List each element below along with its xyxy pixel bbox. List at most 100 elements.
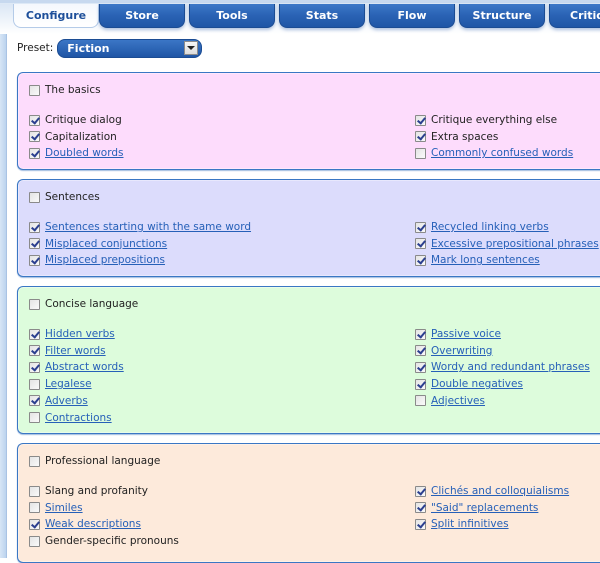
- option-recycled-linking-verbs-link[interactable]: Recycled linking verbs: [431, 221, 549, 233]
- option-legalese-link[interactable]: Legalese: [45, 378, 92, 390]
- option-passive-voice-checkbox[interactable]: [415, 328, 426, 340]
- preset-dropdown[interactable]: Fiction: [57, 38, 203, 58]
- option-overwriting-link[interactable]: Overwriting: [431, 345, 492, 357]
- option-critique-dialog-checkbox[interactable]: [29, 114, 40, 126]
- option-overwriting-checkbox[interactable]: [415, 345, 426, 357]
- option-capitalization: Capitalization: [29, 129, 117, 145]
- option-gender-specific-pronouns-label: Gender-specific pronouns: [45, 535, 179, 548]
- option-overwriting: Overwriting: [415, 343, 492, 359]
- option-mark-long-sentences-link[interactable]: Mark long sentences: [431, 254, 540, 266]
- option-slang-and-profanity-label: Slang and profanity: [45, 485, 148, 497]
- option-critique-dialog: Critique dialog: [29, 112, 122, 128]
- option-similes-checkbox[interactable]: [29, 502, 40, 514]
- option-legalese-checkbox[interactable]: [29, 378, 40, 390]
- option-slang-and-profanity-checkbox[interactable]: [29, 485, 40, 497]
- section-concise-language: Concise language Hidden verbs Filter words…: [17, 286, 600, 434]
- option-split-infinitives-checkbox[interactable]: [415, 518, 426, 530]
- tab-store[interactable]: Store: [99, 4, 185, 28]
- option-mark-long-sentences: Mark long sentences: [415, 252, 540, 268]
- option-adjectives-link[interactable]: Adjectives: [431, 395, 485, 407]
- option-split-infinitives: Split infinitives: [415, 516, 509, 532]
- option-said-replacements: "Said" replacements: [415, 500, 538, 516]
- option-misplaced-conjunctions: Misplaced conjunctions: [29, 236, 167, 252]
- tab-stats[interactable]: Stats: [279, 4, 365, 28]
- tab-structure[interactable]: Structure: [459, 4, 545, 28]
- option-adverbs-checkbox[interactable]: [29, 395, 40, 407]
- option-sentences-starting-with-the-same-word-checkbox[interactable]: [29, 221, 40, 233]
- option-misplaced-conjunctions-checkbox[interactable]: [29, 238, 40, 250]
- option-wordy-and-redundant-phrases: Wordy and redundant phrases: [415, 359, 590, 375]
- option-passive-voice: Passive voice: [415, 326, 501, 342]
- tab-flow[interactable]: Flow: [369, 4, 455, 28]
- option-clich-s-and-colloquialisms-checkbox[interactable]: [415, 485, 426, 497]
- preset-row: Preset: Fiction: [17, 38, 203, 58]
- option-abstract-words-link[interactable]: Abstract words: [45, 361, 124, 373]
- option-filter-words-checkbox[interactable]: [29, 345, 40, 357]
- option-mark-long-sentences-checkbox[interactable]: [415, 254, 426, 266]
- option-abstract-words-checkbox[interactable]: [29, 361, 40, 373]
- option-adverbs-link[interactable]: Adverbs: [45, 395, 88, 407]
- option-said-replacements-checkbox[interactable]: [415, 502, 426, 514]
- option-sentences-starting-with-the-same-word-link[interactable]: Sentences starting with the same word: [45, 221, 251, 233]
- option-extra-spaces: Extra spaces: [415, 129, 498, 145]
- option-wordy-and-redundant-phrases-checkbox[interactable]: [415, 361, 426, 373]
- option-misplaced-conjunctions-link[interactable]: Misplaced conjunctions: [45, 238, 167, 250]
- option-excessive-prepositional-phrases-link[interactable]: Excessive prepositional phrases: [431, 238, 599, 250]
- option-misplaced-prepositions-checkbox[interactable]: [29, 254, 40, 266]
- section-toggle-the-basics-label: The basics: [45, 84, 101, 96]
- option-commonly-confused-words-checkbox[interactable]: [415, 147, 426, 159]
- option-critique-everything-else-label: Critique everything else: [431, 114, 558, 126]
- option-commonly-confused-words-link[interactable]: Commonly confused words: [431, 147, 573, 159]
- option-capitalization-checkbox[interactable]: [29, 131, 40, 143]
- option-contractions-link[interactable]: Contractions: [45, 412, 112, 424]
- option-weak-descriptions-checkbox[interactable]: [29, 518, 40, 530]
- option-said-replacements-link[interactable]: "Said" replacements: [431, 502, 538, 514]
- option-similes-link[interactable]: Similes: [45, 502, 83, 514]
- option-gender-specific-pronouns-checkbox[interactable]: [29, 535, 40, 547]
- option-extra-spaces-checkbox[interactable]: [415, 131, 426, 143]
- option-critique-everything-else-checkbox[interactable]: [415, 114, 426, 126]
- section-toggle-professional-language-label: Professional language: [45, 455, 161, 467]
- option-weak-descriptions: Weak descriptions: [29, 516, 141, 532]
- tab-tools[interactable]: Tools: [189, 4, 275, 28]
- section-toggle-sentences-label: Sentences: [45, 191, 100, 203]
- option-sentences-starting-with-the-same-word: Sentences starting with the same word: [29, 219, 251, 235]
- preset-label: Preset:: [17, 42, 54, 54]
- option-double-negatives: Double negatives: [415, 376, 523, 392]
- option-passive-voice-link[interactable]: Passive voice: [431, 328, 501, 340]
- option-hidden-verbs: Hidden verbs: [29, 326, 115, 342]
- dropdown-button[interactable]: [184, 41, 199, 55]
- option-critique-dialog-label: Critique dialog: [45, 114, 122, 126]
- section-toggle-concise-language-checkbox[interactable]: [29, 298, 40, 310]
- option-double-negatives-checkbox[interactable]: [415, 378, 426, 390]
- section-toggle-concise-language-label: Concise language: [45, 298, 139, 310]
- chevron-down-icon: [187, 46, 196, 50]
- option-recycled-linking-verbs-checkbox[interactable]: [415, 221, 426, 233]
- section-sentences: Sentences Sentences starting with the sam…: [17, 179, 600, 277]
- option-extra-spaces-label: Extra spaces: [431, 130, 499, 143]
- option-split-infinitives-link[interactable]: Split infinitives: [431, 518, 509, 530]
- option-hidden-verbs-link[interactable]: Hidden verbs: [45, 328, 115, 340]
- option-misplaced-prepositions-link[interactable]: Misplaced prepositions: [45, 254, 165, 266]
- option-excessive-prepositional-phrases: Excessive prepositional phrases: [415, 236, 599, 252]
- option-contractions-checkbox[interactable]: [29, 412, 40, 423]
- option-adverbs: Adverbs: [29, 393, 88, 409]
- option-filter-words-link[interactable]: Filter words: [45, 345, 106, 357]
- option-doubled-words-checkbox[interactable]: [29, 147, 40, 159]
- option-wordy-and-redundant-phrases-link[interactable]: Wordy and redundant phrases: [431, 361, 590, 373]
- tab-bar: Configure Store Tools Stats Flow Structu…: [0, 0, 600, 34]
- preset-value: Fiction: [67, 41, 110, 55]
- option-hidden-verbs-checkbox[interactable]: [29, 328, 40, 340]
- section-toggle-professional-language-checkbox[interactable]: [29, 455, 40, 467]
- option-doubled-words-link[interactable]: Doubled words: [45, 147, 124, 159]
- tab-critique[interactable]: Critiq: [549, 4, 600, 28]
- tab-configure[interactable]: Configure: [13, 4, 99, 28]
- option-excessive-prepositional-phrases-checkbox[interactable]: [415, 238, 426, 250]
- option-abstract-words: Abstract words: [29, 359, 124, 375]
- option-adjectives-checkbox[interactable]: [415, 395, 426, 407]
- section-toggle-the-basics-checkbox[interactable]: [29, 84, 40, 96]
- option-double-negatives-link[interactable]: Double negatives: [431, 378, 523, 390]
- section-toggle-sentences-checkbox[interactable]: [29, 191, 40, 203]
- option-clich-s-and-colloquialisms-link[interactable]: Clichés and colloquialisms: [431, 485, 569, 497]
- option-weak-descriptions-link[interactable]: Weak descriptions: [45, 518, 141, 530]
